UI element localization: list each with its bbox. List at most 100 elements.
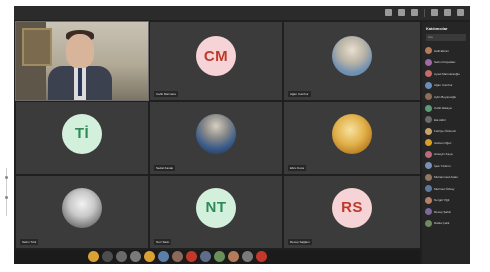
participant-tile[interactable]: NT Nuri Tekin	[150, 176, 282, 248]
participant-row[interactable]: Aysel Marmaraoğlu	[425, 68, 469, 80]
participant-row[interactable]: Ağan Cumhur	[425, 80, 469, 92]
participant-name: Recep Sağlam	[288, 239, 312, 245]
participant-name: Fethiye Özdemir	[434, 129, 457, 134]
participant-row[interactable]: Recep Şahin	[425, 206, 469, 218]
avatar	[425, 116, 432, 124]
hand-icon[interactable]	[144, 251, 155, 262]
divider	[424, 9, 425, 17]
avatar	[425, 139, 432, 147]
participant-name: Recep Şahin	[434, 209, 452, 214]
participant-name: Gülcan Oğuz	[434, 140, 452, 145]
avatar	[425, 173, 432, 181]
notes-icon[interactable]	[228, 251, 239, 262]
avatar	[425, 93, 432, 101]
avatar-photo	[196, 113, 236, 154]
avatar-initials: CM	[196, 36, 236, 77]
participant-name: Muhammed Aslan	[434, 175, 459, 180]
participant-tile[interactable]: RS Recep Sağlam	[284, 176, 420, 248]
participant-tile[interactable]: Sedat Kavak	[150, 102, 282, 174]
participant-row[interactable]: Hüseyin Kaya	[425, 149, 469, 161]
avatar	[425, 208, 432, 216]
avatar-photo	[332, 113, 372, 154]
participant-name: Ağan Cumhur	[288, 91, 311, 97]
participant-tile[interactable]: CM Cahit Marmara	[150, 22, 282, 100]
participant-video	[16, 22, 148, 100]
camera-icon[interactable]	[116, 251, 127, 262]
participant-name: Rabia Çelik	[434, 221, 450, 226]
participant-name: Halil Ekinci	[434, 48, 449, 53]
participant-name: Ela Akbil	[434, 117, 446, 122]
participant-name: Nuri Tekin	[154, 239, 172, 245]
apps-icon[interactable]	[214, 251, 225, 262]
participant-name: Ebru Koca	[288, 165, 307, 171]
participant-tile-video[interactable]	[15, 21, 149, 101]
breakout-icon[interactable]	[200, 251, 211, 262]
participant-tile[interactable]: Tİ	[16, 102, 148, 174]
participant-row[interactable]: Mehmet Özbay	[425, 183, 469, 195]
more-icon[interactable]	[172, 251, 183, 262]
more-icon[interactable]	[411, 9, 418, 16]
participants-panel: Katılımcılar Ara Halil Ekinci Selim Kılıç…	[422, 22, 470, 264]
chat-icon[interactable]	[158, 251, 169, 262]
chat-icon[interactable]	[398, 9, 405, 16]
participant-name: Cahit Marmara	[154, 91, 178, 97]
avatar	[425, 81, 432, 89]
participant-row[interactable]: Ela Akbil	[425, 114, 469, 126]
video-grid: CM Cahit Marmara Ağan Cumhur Tİ Sedat Ka…	[15, 21, 420, 248]
camera-icon[interactable]	[431, 9, 438, 16]
participant-name: İpek Yıldırım	[434, 163, 451, 168]
participant-name: Nurgül Yiğit	[434, 198, 450, 203]
participant-name: Aysel Marmaraoğlu	[434, 71, 460, 76]
participant-row[interactable]: Gülcan Oğuz	[425, 137, 469, 149]
avatar	[425, 47, 432, 55]
avatar	[425, 104, 432, 112]
participant-name: Mehmet Özbay	[434, 186, 455, 191]
participant-row[interactable]: İpek Yıldırım	[425, 160, 469, 172]
top-bar	[14, 6, 470, 20]
participant-tile[interactable]: Ağan Cumhur	[284, 22, 420, 100]
participant-tile[interactable]: Selim Türk	[16, 176, 148, 248]
participant-row[interactable]: Aylin Boyacıoğlu	[425, 91, 469, 103]
participant-name: Sedat Kavak	[154, 165, 176, 171]
participant-row[interactable]: Halil Ekinci	[425, 45, 469, 57]
avatar-initials: NT	[196, 187, 236, 228]
participant-row[interactable]: Nurgül Yiğit	[425, 195, 469, 207]
search-input[interactable]: Ara	[426, 34, 466, 41]
participant-row[interactable]: Selim Kılıçaslan	[425, 57, 469, 69]
share-icon[interactable]	[457, 9, 464, 16]
participant-name: Aylin Boyacıoğlu	[434, 94, 457, 99]
participant-name: Cahit Akkaya	[434, 106, 452, 111]
avatar-photo	[332, 36, 372, 77]
participant-name: Selim Türk	[20, 239, 39, 245]
avatar	[425, 219, 432, 227]
leave-icon[interactable]	[256, 251, 267, 262]
participant-row[interactable]: Rabia Çelik	[425, 218, 469, 230]
avatar-initials: Tİ	[62, 113, 102, 154]
mic-icon[interactable]	[444, 9, 451, 16]
participant-name: Hüseyin Kaya	[434, 152, 453, 157]
emoji-icon[interactable]	[88, 251, 99, 262]
meeting-toolbar	[14, 250, 420, 264]
share-screen-icon[interactable]	[130, 251, 141, 262]
avatar	[425, 162, 432, 170]
meeting-window: CM Cahit Marmara Ağan Cumhur Tİ Sedat Ka…	[14, 6, 470, 264]
participant-name: Ağan Cumhur	[434, 83, 453, 88]
participant-row[interactable]: Fethiye Özdemir	[425, 126, 469, 138]
avatar	[425, 185, 432, 193]
record-icon[interactable]	[186, 251, 197, 262]
mic-icon[interactable]	[102, 251, 113, 262]
avatar	[425, 196, 432, 204]
people-icon[interactable]	[385, 9, 392, 16]
panel-title: Katılımcılar	[426, 26, 448, 31]
participant-row[interactable]: Muhammed Aslan	[425, 172, 469, 184]
avatar	[425, 150, 432, 158]
avatar-initials: RS	[332, 187, 372, 228]
participant-name: Selim Kılıçaslan	[434, 60, 456, 65]
participant-list: Halil Ekinci Selim Kılıçaslan Aysel Marmar…	[425, 45, 469, 229]
avatar-photo	[62, 187, 102, 228]
participant-row[interactable]: Cahit Akkaya	[425, 103, 469, 115]
side-dot	[5, 196, 8, 199]
side-dot	[5, 176, 8, 179]
settings-icon[interactable]	[242, 251, 253, 262]
participant-tile[interactable]: Ebru Koca	[284, 102, 420, 174]
